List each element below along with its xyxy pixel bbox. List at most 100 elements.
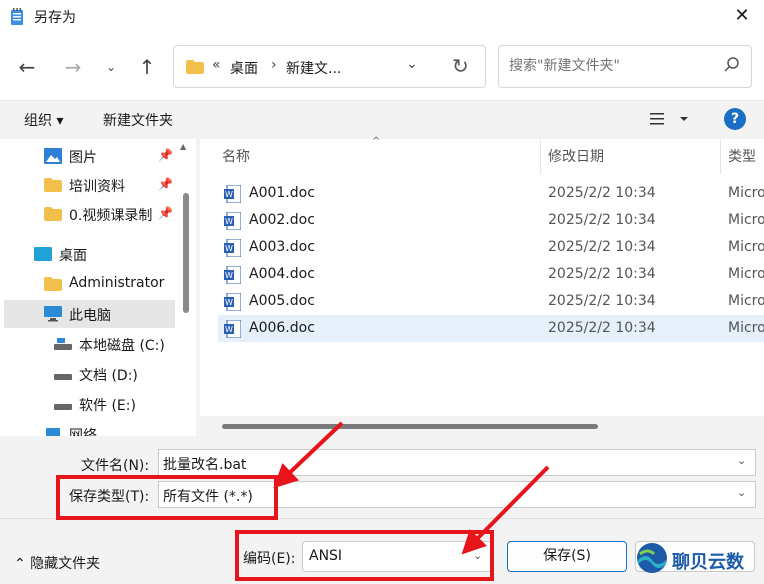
back-button[interactable]: ← xyxy=(12,52,42,82)
file-row[interactable]: W A005.doc 2025/2/2 10:34 Micro xyxy=(218,288,764,315)
drive-icon xyxy=(54,338,72,350)
file-type: Micro xyxy=(728,293,764,309)
navigation-pane: 图片 📌 培训资料 📌 0.视频课录制 📌 桌面 Administrator 此… xyxy=(0,139,196,436)
file-name: A005.doc xyxy=(249,293,315,309)
column-header-modified[interactable]: 修改日期 xyxy=(548,146,604,166)
word-doc-icon: W xyxy=(224,185,241,203)
svg-text:W: W xyxy=(225,325,233,334)
drive-icon xyxy=(54,404,72,410)
sidebar-item-desktop[interactable]: 桌面 xyxy=(4,240,175,268)
sidebar-item-this-pc[interactable]: 此电脑 xyxy=(4,300,175,328)
svg-text:W: W xyxy=(225,271,233,280)
sidebar-item-label: 本地磁盘 (C:) xyxy=(79,338,165,354)
annotation-box-filetype xyxy=(56,475,278,520)
sidebar-item-network[interactable]: 网络 xyxy=(4,420,175,436)
computer-icon xyxy=(44,306,62,322)
filename-value[interactable]: 批量改名.bat xyxy=(163,454,246,474)
watermark-text: 聊贝云数 xyxy=(672,552,744,573)
folder-icon xyxy=(186,60,204,74)
scroll-up-arrow[interactable]: ▲ xyxy=(180,142,186,151)
address-bar[interactable]: « 桌面 › 新建文... ⌄ ↻ xyxy=(173,45,486,88)
notepad-icon xyxy=(11,8,23,25)
pin-icon[interactable]: 📌 xyxy=(158,206,173,220)
sidebar-item-training[interactable]: 培训资料 📌 xyxy=(4,171,175,199)
sidebar-item-label: Administrator xyxy=(69,275,165,291)
help-button[interactable]: ? xyxy=(724,108,746,130)
svg-text:W: W xyxy=(225,190,233,199)
desktop-icon xyxy=(34,247,52,261)
sidebar-item-label: 培训资料 xyxy=(69,179,125,195)
search-box[interactable] xyxy=(498,45,752,88)
recent-locations-button[interactable]: ⌄ xyxy=(96,52,126,82)
sidebar-item-drive-d[interactable]: 文档 (D:) xyxy=(4,360,175,388)
file-type: Micro xyxy=(728,212,764,228)
sidebar-item-label: 网络 xyxy=(69,428,97,436)
column-divider[interactable] xyxy=(720,140,721,174)
brand-logo-icon xyxy=(637,543,667,573)
file-type: Micro xyxy=(728,185,764,201)
column-header-type[interactable]: 类型 xyxy=(728,146,756,166)
word-doc-icon: W xyxy=(224,212,241,230)
organize-button[interactable]: 组织 ▾ xyxy=(24,110,63,130)
column-divider[interactable] xyxy=(540,140,541,174)
file-modified: 2025/2/2 10:34 xyxy=(548,266,656,282)
breadcrumb-desktop[interactable]: 桌面 xyxy=(230,58,258,78)
svg-text:W: W xyxy=(225,217,233,226)
sidebar-item-pictures[interactable]: 图片 📌 xyxy=(4,142,175,170)
file-type: Micro xyxy=(728,239,764,255)
sidebar-scrollbar[interactable] xyxy=(183,193,189,313)
search-icon[interactable] xyxy=(723,56,741,74)
save-button[interactable]: 保存(S) xyxy=(507,541,627,572)
sidebar-item-label: 图片 xyxy=(69,150,97,166)
pin-icon[interactable]: 📌 xyxy=(158,177,173,191)
search-input[interactable] xyxy=(509,58,709,74)
file-name: A002.doc xyxy=(249,212,315,228)
sidebar-item-video-recording[interactable]: 0.视频课录制 📌 xyxy=(4,200,175,228)
forward-button[interactable]: → xyxy=(58,52,88,82)
chevron-down-icon[interactable]: ⌄ xyxy=(737,454,746,467)
file-modified: 2025/2/2 10:34 xyxy=(548,185,656,201)
sidebar-item-label: 软件 (E:) xyxy=(79,398,136,414)
sidebar-item-label: 桌面 xyxy=(59,248,87,264)
new-folder-button[interactable]: 新建文件夹 xyxy=(103,110,173,130)
file-row[interactable]: W A001.doc 2025/2/2 10:34 Micro xyxy=(218,180,764,207)
watermark: 聊贝云数 xyxy=(636,542,764,578)
sidebar-item-drive-c[interactable]: 本地磁盘 (C:) xyxy=(4,330,175,358)
word-doc-icon: W xyxy=(224,239,241,257)
folder-icon xyxy=(44,207,62,221)
folder-icon xyxy=(44,178,62,192)
pin-icon[interactable]: 📌 xyxy=(158,148,173,162)
file-row[interactable]: W A004.doc 2025/2/2 10:34 Micro xyxy=(218,261,764,288)
file-row[interactable]: W A003.doc 2025/2/2 10:34 Micro xyxy=(218,234,764,261)
file-row[interactable]: W A002.doc 2025/2/2 10:34 Micro xyxy=(218,207,764,234)
file-row[interactable]: W A006.doc 2025/2/2 10:34 Micro xyxy=(218,315,764,342)
sort-indicator-icon: ^ xyxy=(372,136,381,147)
file-modified: 2025/2/2 10:34 xyxy=(548,212,656,228)
file-modified: 2025/2/2 10:34 xyxy=(548,320,656,336)
filename-field[interactable]: 批量改名.bat ⌄ xyxy=(158,449,756,476)
hide-folders-button[interactable]: ⌃ 隐藏文件夹 xyxy=(14,553,100,573)
address-overflow-button[interactable]: « xyxy=(212,57,221,73)
breadcrumb-new-folder[interactable]: 新建文... xyxy=(286,58,341,78)
file-type: Micro xyxy=(728,266,764,282)
folder-icon xyxy=(44,277,62,291)
column-header-name[interactable]: 名称 xyxy=(222,146,250,166)
close-button[interactable]: ✕ xyxy=(728,4,756,30)
view-options-icon[interactable] xyxy=(650,108,692,130)
svg-text:W: W xyxy=(225,298,233,307)
address-dropdown-icon[interactable]: ⌄ xyxy=(406,56,418,72)
breadcrumb-separator[interactable]: › xyxy=(271,57,277,73)
file-name: A006.doc xyxy=(249,320,315,336)
sidebar-item-drive-e[interactable]: 软件 (E:) xyxy=(4,390,175,418)
sidebar-item-administrator[interactable]: Administrator xyxy=(4,270,175,298)
refresh-icon[interactable]: ↻ xyxy=(452,54,469,78)
sidebar-item-label: 此电脑 xyxy=(69,308,111,324)
horizontal-scrollbar[interactable] xyxy=(222,424,598,429)
annotation-box-encoding xyxy=(235,530,494,581)
chevron-down-icon[interactable]: ⌄ xyxy=(737,486,746,499)
word-doc-icon: W xyxy=(224,293,241,311)
up-button[interactable]: ↑ xyxy=(132,52,162,82)
network-icon xyxy=(46,428,60,436)
filename-label: 文件名(N): xyxy=(81,458,150,474)
drive-icon xyxy=(54,374,72,380)
